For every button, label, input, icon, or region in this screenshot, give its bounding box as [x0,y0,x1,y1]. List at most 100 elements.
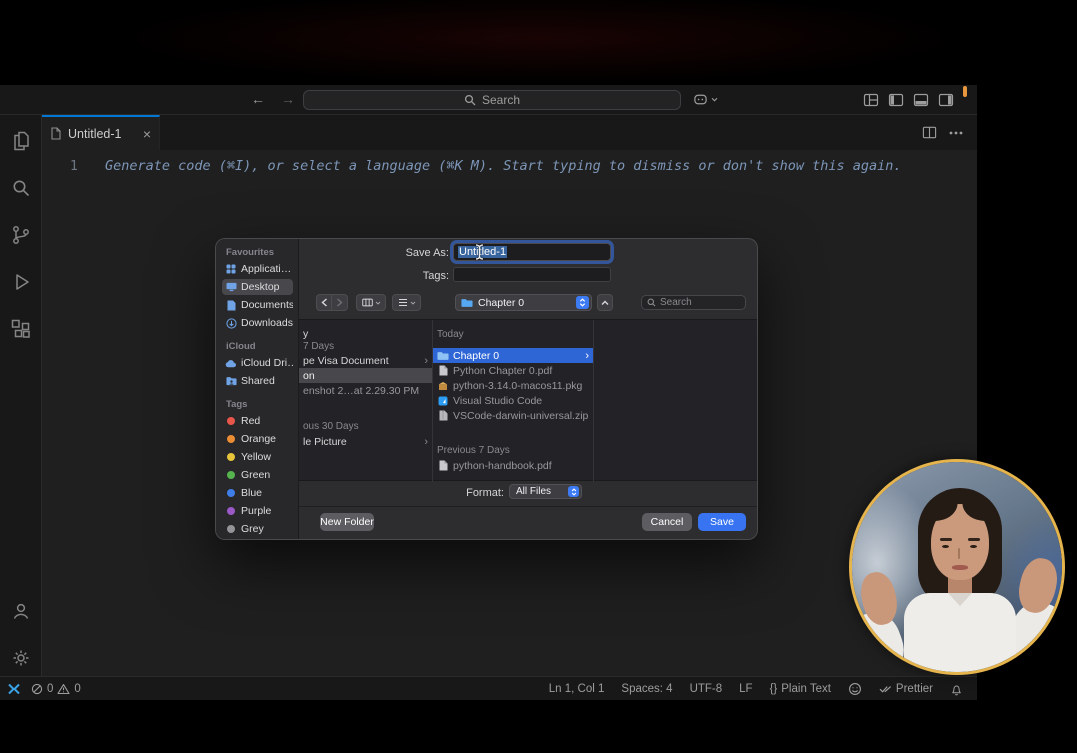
tag-color-dot [227,417,235,425]
feedback-smiley-icon[interactable] [848,682,862,696]
format-value: All Files [516,486,552,497]
toggle-sidebar-icon[interactable] [887,91,905,109]
file-group-header: Today [437,329,464,340]
group-list-icon [398,298,407,307]
tag-color-dot [227,525,235,533]
inline-hint-text: Generate code (⌘I), or select a language… [105,158,902,174]
sidebar-item-downloads[interactable]: Downloads [222,315,293,331]
chevron-right-icon: › [424,435,428,448]
sidebar-tag-red[interactable]: Red [222,413,293,429]
sidebar-item-desktop[interactable]: Desktop [222,279,293,295]
toggle-secondary-sidebar-icon[interactable] [937,91,955,109]
problems-status[interactable]: 0 0 [31,683,81,695]
history-forward-icon[interactable]: → [281,91,295,107]
chevron-down-icon [711,97,718,102]
dialog-back-button[interactable] [316,294,332,311]
run-debug-icon[interactable] [9,270,33,294]
activity-bar [0,115,42,676]
accounts-icon[interactable] [0,599,42,623]
person-nose [958,548,960,559]
file-row[interactable]: python-handbook.pdf [433,458,593,473]
file-row[interactable]: Visual Studio Code [433,393,593,408]
chevron-down-icon [375,301,380,305]
remote-indicator-icon[interactable] [6,681,22,697]
tag-color-dot [227,489,235,497]
video-glow [0,0,1077,85]
cancel-button[interactable]: Cancel [642,513,692,531]
sidebar-tag-grey[interactable]: Grey [222,521,293,537]
explorer-icon[interactable] [9,129,33,153]
sidebar-item-applications[interactable]: Applicati… [222,261,293,277]
file-row[interactable]: Python Chapter 0.pdf [433,363,593,378]
tab-untitled-1[interactable]: Untitled-1 × [42,115,160,150]
tags-input[interactable] [453,267,611,282]
sidebar-section-title: Tags [226,399,248,410]
eol-sequence[interactable]: LF [739,683,752,695]
save-dialog: Favourites Applicati… Desktop Documents … [215,238,758,540]
search-icon [647,298,656,307]
search-sidebar-icon[interactable] [9,176,33,200]
formatter-status[interactable]: Prettier [879,683,933,695]
browser-parent-column: y 7 Days pe Visa Document › on enshot 2…a… [299,320,432,482]
language-mode[interactable]: {} Plain Text [770,683,831,695]
tag-color-dot [227,435,235,443]
desktop-icon [225,282,237,292]
sidebar-tag-green[interactable]: Green [222,467,293,483]
location-dropdown[interactable]: Chapter 0 [455,294,592,311]
group-by-button[interactable] [392,294,421,311]
more-actions-icon[interactable] [949,131,963,135]
customize-layout-icon[interactable] [862,91,880,109]
person-lips [952,565,968,570]
file-row[interactable]: enshot 2…at 2.29.30 PM [299,383,432,398]
double-check-icon [879,686,891,693]
pkg-file-icon [437,381,449,391]
titlebar: ← → Search [0,85,977,115]
status-bar: 0 0 Ln 1, Col 1 Spaces: 4 UTF-8 LF {} Pla… [0,676,977,700]
view-mode-button[interactable] [356,294,386,311]
folder-row-selected[interactable]: on [299,368,432,383]
column-view-icon [361,298,373,307]
close-tab-icon[interactable]: × [143,126,151,142]
settings-gear-icon[interactable] [0,646,42,670]
format-dropdown[interactable]: All Files [509,484,582,499]
tags-label: Tags: [422,270,449,282]
file-row[interactable]: VSCode-darwin-universal.zip [433,408,593,423]
toggle-panel-icon[interactable] [912,91,930,109]
tag-color-dot [227,507,235,515]
new-folder-button[interactable]: New Folder [320,513,374,531]
copilot-icon[interactable] [693,92,718,107]
folder-row[interactable]: pe Visa Document › [299,353,432,368]
encoding[interactable]: UTF-8 [690,683,723,695]
sidebar-item-icloud-drive[interactable]: iCloud Dri… [222,355,293,371]
history-back-icon[interactable]: ← [251,91,265,107]
folder-row-selected[interactable]: Chapter 0 › [433,348,593,363]
save-as-label: Save As: [405,247,449,259]
search-placeholder: Search [481,93,521,107]
parent-folder-button[interactable] [597,294,613,311]
file-row[interactable]: python-3.14.0-macos11.pkg [433,378,593,393]
dialog-search-input[interactable]: Search [641,295,746,310]
sidebar-tag-purple[interactable]: Purple [222,503,293,519]
command-center-search[interactable]: Search [303,90,681,110]
indentation[interactable]: Spaces: 4 [621,683,672,695]
person-eyebrow [940,538,952,541]
split-editor-icon[interactable] [922,125,937,140]
sidebar-tag-orange[interactable]: Orange [222,431,293,447]
sidebar-section-title: Favourites [226,247,275,258]
pdf-file-icon [437,365,449,376]
format-label: Format: [466,487,504,499]
notifications-bell-icon[interactable] [950,683,963,696]
save-button[interactable]: Save [698,513,746,531]
braces-icon: {} [769,683,778,695]
sidebar-tag-yellow[interactable]: Yellow [222,449,293,465]
column-divider [593,320,594,482]
chevron-down-icon [410,301,415,305]
folder-row[interactable]: le Picture › [299,434,432,449]
cursor-position[interactable]: Ln 1, Col 1 [549,683,605,695]
sidebar-tag-blue[interactable]: Blue [222,485,293,501]
sidebar-item-shared[interactable]: Shared [222,373,293,389]
sidebar-item-documents[interactable]: Documents [222,297,293,313]
dialog-forward-button[interactable] [332,294,348,311]
source-control-icon[interactable] [9,223,33,247]
extensions-icon[interactable] [9,317,33,341]
